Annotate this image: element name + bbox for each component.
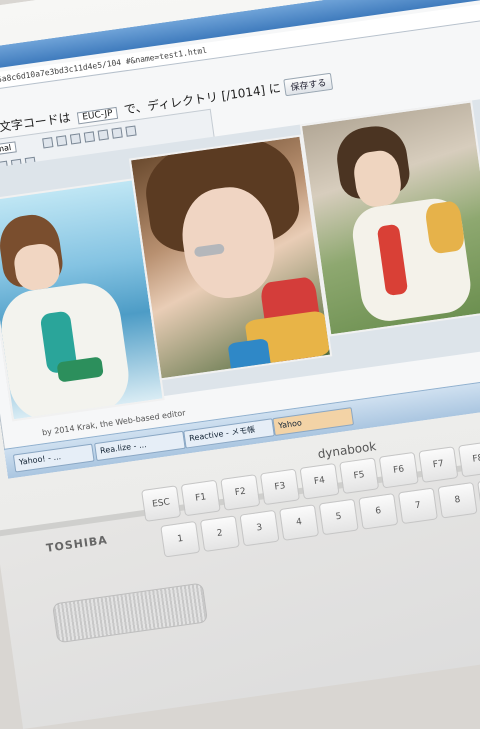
laptop-screen: ode/4e4b5a8c6d10a7e3bd3c11d4e5/104 #&nam… [0,0,480,479]
photo-cosplayer-closeup[interactable] [128,134,333,381]
key-f3[interactable]: F3 [259,468,300,506]
key-f7[interactable]: F7 [418,446,459,483]
key-1[interactable]: 1 [160,520,201,558]
key-f4[interactable]: F4 [299,462,340,500]
color-icon[interactable] [97,129,109,141]
save-button[interactable]: 保存する [283,72,334,97]
image-icon[interactable] [111,127,123,139]
underline-icon[interactable] [69,133,82,145]
key-7[interactable]: 7 [397,487,438,525]
link-icon[interactable] [125,125,137,137]
font-style-select[interactable]: Normal [0,141,17,158]
strike-icon[interactable] [83,131,96,143]
taskbar-item[interactable]: Yahoo! - ... [12,443,95,473]
key-f2[interactable]: F2 [220,474,261,511]
key-6[interactable]: 6 [358,493,399,530]
key-3[interactable]: 3 [239,509,280,547]
key-2[interactable]: 2 [199,515,240,553]
key-f8[interactable]: F8 [457,440,480,478]
taskbar-item[interactable]: Yahoo [272,407,355,437]
laptop: ode/4e4b5a8c6d10a7e3bd3c11d4e5/104 #&nam… [0,0,480,729]
photo-cosplayer-park[interactable] [299,100,480,337]
italic-icon[interactable] [56,135,68,147]
key-f1[interactable]: F1 [180,479,221,517]
taskbar-item[interactable]: Rea.lize - ... [94,430,186,462]
key-f5[interactable]: F5 [339,457,380,495]
bold-icon[interactable] [42,137,54,149]
key-4[interactable]: 4 [279,504,320,541]
toshiba-logo: TOSHIBA [45,533,109,555]
key-8[interactable]: 8 [437,481,478,519]
key-f6[interactable]: F6 [378,451,419,489]
key-esc[interactable]: ESC [141,485,182,522]
key-5[interactable]: 5 [318,498,359,536]
taskbar-item[interactable]: Reactive - メモ帳 [183,418,275,449]
